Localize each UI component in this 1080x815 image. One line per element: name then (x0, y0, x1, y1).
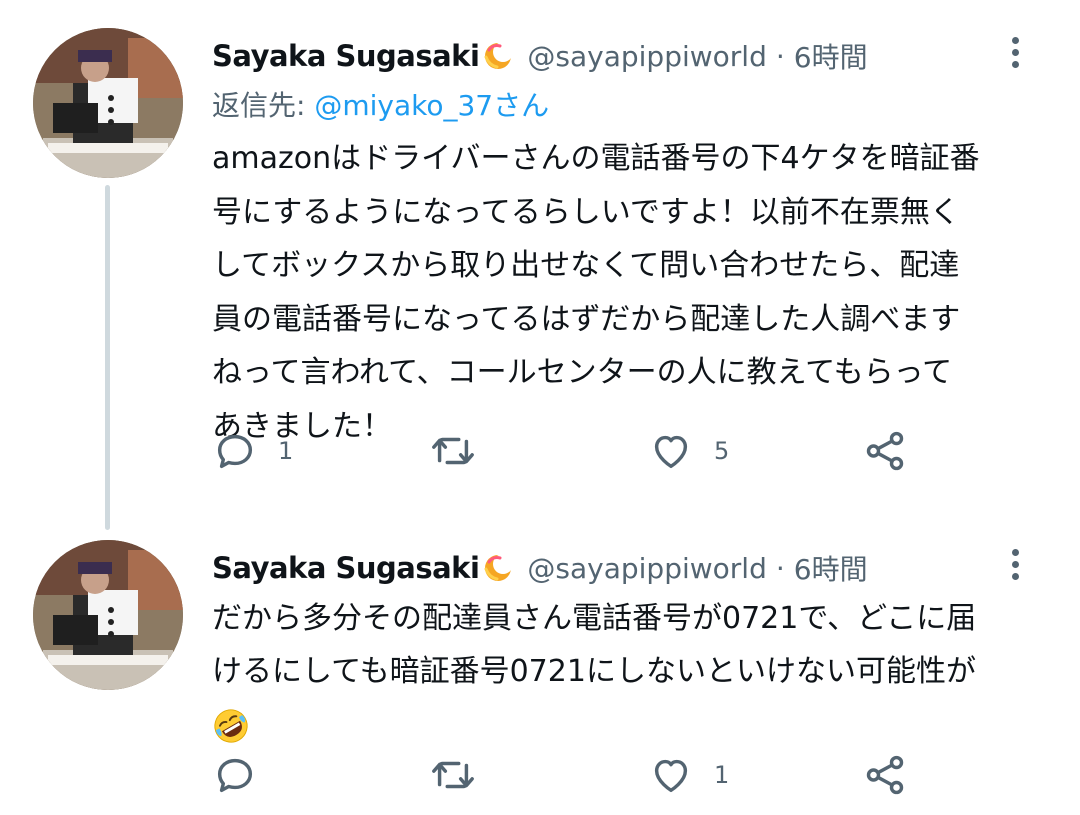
tweet-body: Sayaka Sugasaki @sayapippiworld · 6時間 返信… (212, 32, 1040, 453)
separator-dot: · (775, 39, 785, 73)
share-button[interactable] (862, 750, 908, 800)
tweet-text-line: 号にするようになってるらしいですよ！以前不在票無く (212, 194, 960, 230)
tweet-header: Sayaka Sugasaki @sayapippiworld · 6時間 (212, 32, 1040, 80)
like-button[interactable]: 1 (648, 750, 729, 800)
more-icon[interactable] (998, 32, 1032, 72)
tweet-text-line: してボックスから取り出せなくて問い合わせたら、配達 (212, 248, 960, 283)
tweet-text-line: けるにしても暗証番号0721にしないといけない可能性が (212, 654, 976, 689)
reply-button[interactable] (212, 750, 278, 800)
tweet[interactable]: Sayaka Sugasaki @sayapippiworld · 6時間 返信… (0, 0, 1080, 520)
avatar[interactable] (33, 540, 183, 690)
reply-icon (217, 434, 253, 469)
retweet-icon (432, 761, 474, 789)
reply-mention-link[interactable]: @miyako_37さん (314, 89, 549, 122)
author-name[interactable]: Sayaka Sugasaki (212, 551, 480, 585)
tweet-text-line: amazonはドライバーさんの電話番号の下4ケタを暗証番 (212, 141, 980, 176)
timestamp[interactable]: 6時間 (794, 548, 868, 588)
rolling-on-floor-laughing-icon (214, 708, 248, 743)
avatar-image (33, 28, 183, 178)
author-handle[interactable]: @sayapippiworld (527, 552, 766, 585)
reply-count: 1 (278, 437, 294, 465)
tweet-text-line: だから多分その配達員さん電話番号が0721で、どこに届 (212, 601, 977, 636)
moon-badge-icon (484, 554, 514, 581)
author-name[interactable]: Sayaka Sugasaki (212, 39, 480, 73)
reply-icon (217, 758, 253, 793)
share-icon (866, 431, 904, 471)
author-handle[interactable]: @sayapippiworld (527, 40, 766, 73)
separator-dot: · (775, 551, 785, 585)
retweet-button[interactable] (430, 426, 496, 476)
tweet-actions: 1 5 (212, 426, 912, 476)
tweet-text: だから多分その配達員さん電話番号が0721で、どこに届 けるにしても暗証番号07… (212, 592, 1040, 751)
tweet-text-line: 員の電話番号になってるはずだから配達した人調べます (212, 301, 961, 337)
share-icon (866, 755, 904, 795)
like-count: 1 (714, 761, 730, 789)
tweet-text-line: ねって言われて、コールセンターの人に教えてもらって (212, 355, 953, 390)
moon-badge-icon (484, 42, 514, 69)
heart-icon (654, 759, 688, 793)
tweet-header: Sayaka Sugasaki @sayapippiworld · 6時間 (212, 544, 1040, 592)
reply-to-label: 返信先: (212, 89, 315, 122)
like-count: 5 (714, 437, 730, 465)
tweet-text: amazonはドライバーさんの電話番号の下4ケタを暗証番 号にするようになってる… (212, 132, 1040, 453)
tweet-body: Sayaka Sugasaki @sayapippiworld · 6時間 だか… (212, 544, 1040, 751)
timestamp[interactable]: 6時間 (794, 36, 868, 76)
heart-icon (654, 435, 688, 469)
like-button[interactable]: 5 (648, 426, 729, 476)
avatar-image (33, 540, 183, 690)
retweet-button[interactable] (430, 750, 496, 800)
timeline: Sayaka Sugasaki @sayapippiworld · 6時間 返信… (0, 0, 1080, 815)
reply-to-line: 返信先: @miyako_37さん (212, 84, 1040, 128)
retweet-icon (432, 437, 474, 465)
tweet-actions: 1 (212, 750, 912, 800)
avatar[interactable] (33, 28, 183, 178)
more-icon[interactable] (998, 544, 1032, 584)
tweet[interactable]: Sayaka Sugasaki @sayapippiworld · 6時間 だか… (0, 530, 1080, 815)
tweet-emoji-line (212, 698, 1040, 751)
share-button[interactable] (862, 426, 908, 476)
reply-button[interactable]: 1 (212, 426, 293, 476)
